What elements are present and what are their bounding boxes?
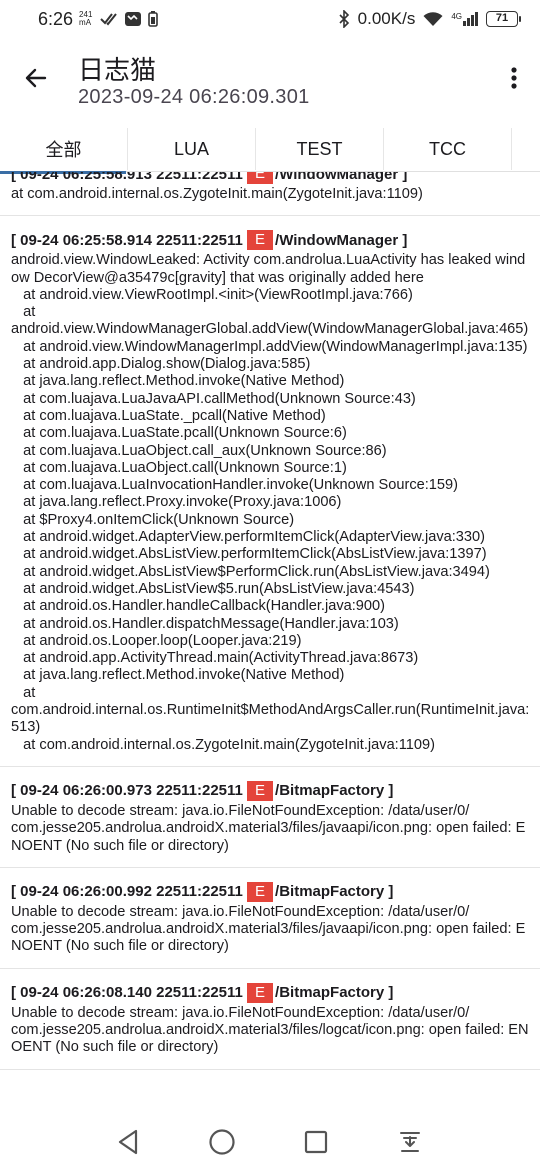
log-level-badge: E bbox=[247, 172, 274, 184]
log-entry[interactable]: [ 09-24 06:26:00.992 22511:22511 E/Bitma… bbox=[0, 868, 540, 969]
log-message: at com.android.internal.os.ZygoteInit.ma… bbox=[11, 186, 423, 202]
more-options-button[interactable] bbox=[500, 58, 528, 98]
circle-home-icon bbox=[209, 1129, 235, 1155]
log-header: [ 09-24 06:26:00.992 22511:22511 E/Bitma… bbox=[11, 880, 530, 904]
status-time: 6:26 bbox=[38, 8, 74, 29]
log-tag: /WindowManager ] bbox=[275, 172, 408, 183]
tab-test[interactable]: TEST bbox=[256, 128, 384, 170]
log-timestamp: [ 09-24 06:26:00.992 22511:22511 bbox=[11, 883, 248, 901]
log-header: [ 09-24 06:26:00.973 22511:22511 E/Bitma… bbox=[11, 779, 530, 803]
log-timestamp: [ 09-24 06:26:08.140 22511:22511 bbox=[11, 984, 248, 1002]
network-type: 4G bbox=[451, 12, 462, 21]
battery-indicator: 71 bbox=[486, 11, 521, 27]
status-right: 0.00K/s 4G 71 bbox=[338, 9, 521, 29]
square-recents-icon bbox=[304, 1130, 328, 1154]
log-message: Unable to decode stream: java.io.FileNot… bbox=[11, 903, 526, 955]
nav-back-button[interactable] bbox=[112, 1126, 144, 1158]
log-level-badge: E bbox=[247, 881, 274, 902]
system-nav-bar bbox=[0, 1112, 540, 1170]
tab-label: TEST bbox=[296, 138, 343, 159]
page-subtitle: 2023-09-24 06:26:09.301 bbox=[78, 86, 310, 108]
net-speed: 0.00K/s bbox=[357, 9, 416, 28]
more-vert-icon bbox=[511, 67, 517, 89]
log-entry[interactable]: [ 09-24 06:26:08.140 22511:22511 E/Bitma… bbox=[0, 969, 540, 1070]
app-bar: 日志猫 2023-09-24 06:26:09.301 bbox=[0, 38, 540, 124]
log-entry[interactable]: [ 09-24 06:25:58.914 22511:22511 E/Windo… bbox=[0, 216, 540, 767]
log-message: Unable to decode stream: java.io.FileNot… bbox=[11, 1004, 529, 1056]
log-header: [ 09-24 06:25:58.913 22511:22511 E/Windo… bbox=[11, 172, 530, 186]
battery-saver-icon bbox=[148, 11, 159, 27]
log-timestamp: [ 09-24 06:25:58.914 22511:22511 bbox=[11, 231, 248, 249]
tab-label: LUA bbox=[173, 138, 209, 159]
log-tag: /BitmapFactory ] bbox=[275, 782, 394, 800]
tab-tcc[interactable]: TCC bbox=[384, 128, 512, 170]
log-level-badge: E bbox=[247, 982, 274, 1003]
status-current-unit: mA bbox=[79, 18, 92, 27]
nav-recents-button[interactable] bbox=[300, 1126, 332, 1158]
log-timestamp: [ 09-24 06:25:58.913 22511:22511 bbox=[11, 172, 248, 183]
double-check-icon bbox=[100, 13, 118, 26]
log-tag: /BitmapFactory ] bbox=[275, 984, 394, 1002]
log-entry[interactable]: [ 09-24 06:25:58.913 22511:22511 E/Windo… bbox=[0, 172, 540, 217]
log-tag: /BitmapFactory ] bbox=[275, 883, 394, 901]
app-notification-icon bbox=[125, 12, 142, 26]
log-header: [ 09-24 06:25:58.914 22511:22511 E/Windo… bbox=[11, 228, 530, 252]
status-current-readout: 241 mA bbox=[79, 11, 92, 27]
log-header: [ 09-24 06:26:08.140 22511:22511 E/Bitma… bbox=[11, 981, 530, 1005]
wifi-icon bbox=[423, 12, 443, 26]
log-entry[interactable]: [ 09-24 06:26:00.973 22511:22511 E/Bitma… bbox=[0, 767, 540, 868]
nav-notification-pull-button[interactable] bbox=[394, 1126, 426, 1158]
arrow-left-icon bbox=[25, 68, 47, 88]
log-message: android.view.WindowLeaked: Activity com.… bbox=[11, 252, 530, 753]
log-tag: /WindowManager ] bbox=[275, 231, 408, 249]
tab-label: TCC bbox=[429, 138, 466, 159]
log-list[interactable]: [ 09-24 06:25:58.913 22511:22511 E/Windo… bbox=[0, 172, 540, 1110]
log-level-badge: E bbox=[247, 230, 274, 251]
tab-bar: 全部 LUA TEST TCC bbox=[0, 128, 540, 174]
nav-home-button[interactable] bbox=[206, 1126, 238, 1158]
status-bar: 6:26 241 mA 0.00K/s 4G 71 bbox=[0, 0, 540, 38]
back-button[interactable] bbox=[16, 58, 56, 98]
log-timestamp: [ 09-24 06:26:00.973 22511:22511 bbox=[11, 782, 248, 800]
tab-label: 全部 bbox=[45, 140, 82, 161]
tab-overflow[interactable] bbox=[512, 128, 540, 170]
log-message: Unable to decode stream: java.io.FileNot… bbox=[11, 802, 526, 854]
pull-down-icon bbox=[400, 1132, 420, 1152]
page-title: 日志猫 bbox=[78, 56, 157, 86]
tab-lua[interactable]: LUA bbox=[128, 128, 256, 170]
triangle-back-icon bbox=[118, 1129, 138, 1155]
tab-all[interactable]: 全部 bbox=[0, 128, 128, 174]
bluetooth-icon bbox=[339, 10, 349, 28]
log-level-badge: E bbox=[247, 780, 274, 801]
signal-icon: 4G bbox=[451, 12, 478, 26]
notification-icons bbox=[100, 11, 159, 27]
